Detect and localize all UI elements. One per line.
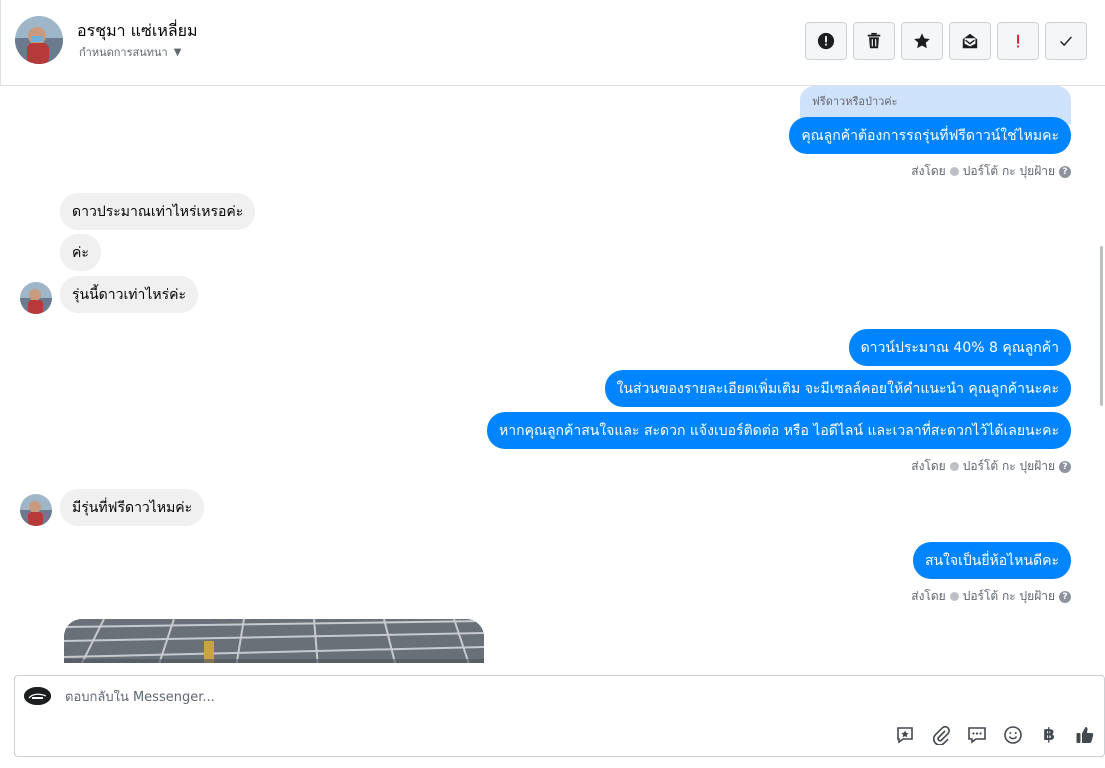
mark-spam-button[interactable] — [805, 22, 847, 60]
attachment-icon[interactable] — [930, 724, 952, 746]
sent-by-prefix: ส่งโดย — [911, 589, 946, 603]
composer-toolbar: ฿ — [894, 724, 1096, 746]
sender-name: ปอร์โต้ กะ ปุยฝ้าย — [962, 164, 1055, 178]
header-toolbar — [805, 22, 1087, 60]
conversation-header: อรชุมา แซ่เหลี่ยม กำหนดการสนทนา ▼ — [0, 0, 1105, 86]
help-icon[interactable]: ? — [1059, 590, 1071, 603]
check-icon — [1060, 36, 1072, 47]
message-bubble-incoming[interactable]: มีรุ่นที่ฟรีดาวไหมค่ะ — [60, 489, 205, 526]
saved-reply-icon[interactable] — [894, 724, 916, 746]
mark-unread-button[interactable] — [949, 22, 991, 60]
reply-input[interactable] — [65, 690, 665, 705]
thumbs-up-icon[interactable] — [1074, 724, 1096, 746]
help-icon[interactable]: ? — [1059, 460, 1071, 473]
envelope-icon — [962, 33, 978, 49]
message-bubble-incoming[interactable]: รุ่นนี้ดาวเท่าไหร่ค่ะ — [60, 276, 199, 313]
sent-by-info: ส่งโดย ปอร์โต้ กะ ปุยฝ้าย ? — [911, 162, 1071, 181]
follow-up-button[interactable] — [997, 22, 1039, 60]
message-bubble-outgoing[interactable]: สนใจเป็นยี่ห้อไหนดีคะ — [912, 542, 1071, 579]
assign-label: กำหนดการสนทนา — [79, 46, 168, 59]
emoji-icon[interactable] — [1002, 724, 1024, 746]
message-bubble-incoming[interactable]: ดาวประมาณเท่าไหร่เหรอค่ะ — [60, 193, 256, 230]
sender-verified-icon — [949, 167, 959, 176]
contact-avatar-small[interactable] — [20, 494, 52, 526]
contact-avatar[interactable] — [15, 16, 63, 64]
delete-button[interactable] — [853, 22, 895, 60]
message-bubble-outgoing[interactable]: หากคุณลูกค้าสนใจและ สะดวก แจ้งเบอร์ติดต่… — [487, 412, 1071, 449]
exclamation-icon — [1017, 34, 1020, 48]
caret-down-icon: ▼ — [173, 46, 182, 58]
contact-name: อรชุมา แซ่เหลี่ยม — [77, 21, 198, 40]
mark-done-button[interactable] — [1045, 22, 1087, 60]
message-bubble-outgoing[interactable]: คุณลูกค้าต้องการรถรุ่นที่ฟรีดาวน์ใช่ไหมค… — [789, 117, 1071, 154]
assign-conversation[interactable]: กำหนดการสนทนา ▼ — [79, 43, 181, 61]
exclamation-circle-icon — [817, 32, 835, 50]
sent-by-prefix: ส่งโดย — [911, 459, 946, 473]
star-icon — [914, 33, 930, 49]
image-attachment[interactable] — [64, 619, 484, 663]
help-icon[interactable]: ? — [1059, 165, 1071, 178]
baht-icon[interactable]: ฿ — [1038, 724, 1060, 746]
message-bubble-outgoing[interactable]: ในส่วนของรายละเอียดเพิ่มเติม จะมีเซลล์คอ… — [604, 370, 1071, 407]
sender-name: ปอร์โต้ กะ ปุยฝ้าย — [962, 459, 1055, 473]
sender-name: ปอร์โต้ กะ ปุยฝ้าย — [962, 589, 1055, 603]
message-thread[interactable]: ฟรีดาวหรือป่าวค่ะ คุณลูกค้าต้องการรถรุ่น… — [0, 86, 1105, 663]
chat-bubbles-icon[interactable] — [966, 724, 988, 746]
sent-by-info: ส่งโดย ปอร์โต้ กะ ปุยฝ้าย ? — [911, 587, 1071, 606]
message-bubble-incoming[interactable]: ค่ะ — [60, 234, 101, 271]
message-bubble-outgoing[interactable]: ดาวน์ประมาณ 40% 8 คุณลูกค้า — [848, 329, 1071, 366]
trash-icon — [867, 32, 881, 49]
sent-by-info: ส่งโดย ปอร์โต้ กะ ปุยฝ้าย ? — [911, 457, 1071, 476]
thread-scrollbar[interactable] — [1100, 246, 1103, 406]
contact-avatar-small[interactable] — [20, 282, 52, 314]
sent-by-prefix: ส่งโดย — [911, 164, 946, 178]
sender-verified-icon — [949, 462, 959, 471]
sender-verified-icon — [949, 592, 959, 601]
star-button[interactable] — [901, 22, 943, 60]
page-avatar — [24, 687, 51, 705]
reply-composer: ฿ — [14, 675, 1105, 757]
